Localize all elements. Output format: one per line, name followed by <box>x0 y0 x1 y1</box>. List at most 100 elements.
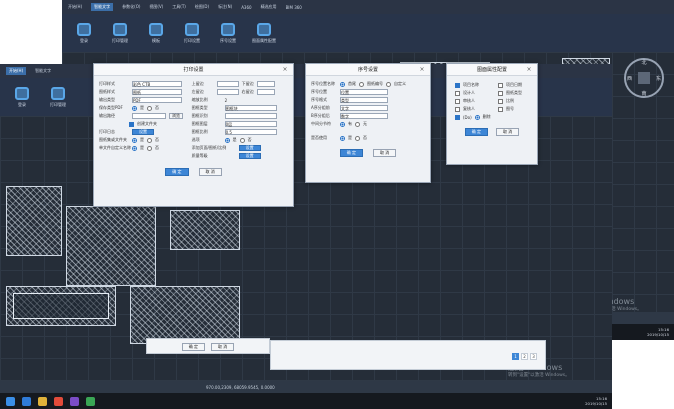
margin-right-field[interactable] <box>256 89 275 95</box>
attr-check[interactable] <box>498 98 503 104</box>
folder-no-radio[interactable] <box>147 137 152 143</box>
close-icon[interactable]: × <box>525 66 533 74</box>
view-cube-face <box>638 72 650 84</box>
print-right-col: 上留边 下留边 左留边 右留边 缩放比例 2 图框类型 图框块 图框识别 图框图层 0层 … <box>192 80 288 160</box>
login-button[interactable]: 登录 <box>6 78 38 116</box>
create-folder-check[interactable] <box>129 121 134 127</box>
cancel-button[interactable]: 取 消 <box>373 149 397 157</box>
view-cube[interactable]: 北 南 西 东 <box>624 58 664 98</box>
attr-config-dialog: 图面属性配置 × 项目名称 项目日期 设计人 图纸类型 审核人 比例 复核人 图号 (D… <box>446 63 538 165</box>
separator-yes-radio[interactable] <box>340 121 345 127</box>
login-icon <box>77 22 91 36</box>
page-button[interactable]: 2 <box>521 353 528 360</box>
save-no-radio[interactable] <box>147 105 152 111</box>
paper-style-select[interactable]: 图纸 <box>132 89 182 95</box>
attr-check[interactable] <box>498 82 503 88</box>
seq-position-select[interactable]: 位置 <box>340 89 388 95</box>
login-button[interactable]: 登录 <box>68 14 100 52</box>
dialog-titlebar: 序号设置 × <box>306 64 430 76</box>
menu-item[interactable]: 工具(T) <box>172 4 186 10</box>
menu-item[interactable]: BIM 360 <box>286 5 302 10</box>
frame-detect-field[interactable] <box>224 113 277 119</box>
template-icon <box>149 22 163 36</box>
log-settings-button[interactable]: 设置 <box>132 129 154 135</box>
attr-check[interactable] <box>455 114 460 120</box>
menu-item[interactable]: 智能文字 <box>35 68 51 74</box>
close-icon[interactable]: × <box>281 66 289 74</box>
attr-check[interactable] <box>455 82 460 88</box>
menu-item[interactable]: 精选应用 <box>261 4 277 10</box>
seq-name-radio-3[interactable] <box>386 81 391 87</box>
frame-layer-select[interactable]: 0层 <box>224 121 277 127</box>
list-panel-fragment: 1 2 3 <box>270 340 546 370</box>
save-yes-radio[interactable] <box>132 105 137 111</box>
print-icon <box>51 86 65 100</box>
option-yes-radio[interactable] <box>224 137 230 143</box>
margin-bottom-field[interactable] <box>256 81 275 87</box>
frame-type-select[interactable]: 图框块 <box>224 105 277 111</box>
ribbon: 登录 打印管理 模板 打印设置 序号设置 图面属性配置 <box>62 14 674 52</box>
margin-left-field[interactable] <box>216 89 239 95</box>
cancel-button[interactable]: 取 消 <box>211 343 235 351</box>
seq-format-select[interactable]: 类型 <box>340 97 388 103</box>
attr-check[interactable] <box>498 90 503 96</box>
page-button[interactable]: 1 <box>512 353 519 360</box>
frame-scale-field[interactable]: 0.5 <box>224 129 277 135</box>
cancel-button[interactable]: 取 消 <box>496 128 520 136</box>
page-settings-button[interactable]: 设置 <box>238 145 261 151</box>
pager: 1 2 3 <box>512 353 537 360</box>
edge-icon[interactable] <box>22 396 31 406</box>
menu-item[interactable]: 开始(H) <box>6 67 27 75</box>
output-type-select[interactable]: PDF <box>132 97 182 103</box>
template-button[interactable]: 模板 <box>140 14 172 52</box>
quality-settings-button[interactable]: 设置 <box>238 153 261 159</box>
tag-icon <box>257 22 271 36</box>
ok-button[interactable]: 确 定 <box>464 128 488 136</box>
chrome-icon[interactable] <box>86 396 95 406</box>
cancel-button[interactable]: 取 消 <box>198 168 222 176</box>
option-no-radio[interactable] <box>239 137 245 143</box>
attr-check[interactable] <box>455 106 460 112</box>
seq-name-radio-2[interactable] <box>359 81 364 87</box>
output-path-field[interactable] <box>132 113 166 119</box>
print-style-select[interactable]: 彩色 CTB <box>132 81 182 87</box>
attr-check[interactable] <box>498 106 503 112</box>
folder-yes-radio[interactable] <box>132 137 137 143</box>
name-no-radio[interactable] <box>147 145 152 151</box>
folder-icon[interactable] <box>38 396 47 406</box>
use-no-radio[interactable] <box>355 135 360 141</box>
ok-button[interactable]: 确 定 <box>339 149 363 157</box>
attr-config-button[interactable]: 图面属性配置 <box>248 14 280 52</box>
vs-icon[interactable] <box>70 396 79 406</box>
cad-app-icon[interactable] <box>54 396 63 406</box>
seq-settings-button[interactable]: 序号设置 <box>212 14 244 52</box>
menu-item[interactable]: 绘图(D) <box>195 4 209 10</box>
menu-item[interactable]: 智能文字 <box>91 3 114 11</box>
menu-item[interactable]: 参数化(O) <box>122 4 140 10</box>
menu-item[interactable]: 标注(N) <box>218 4 232 10</box>
ok-button[interactable]: 确 定 <box>165 168 189 176</box>
separator-no-radio[interactable] <box>355 121 360 127</box>
menu-item[interactable]: 开始(H) <box>68 4 82 10</box>
page-button[interactable]: 3 <box>530 353 537 360</box>
margin-top-field[interactable] <box>216 81 239 87</box>
menu-item[interactable]: 视图(V) <box>149 4 163 10</box>
group-a-select[interactable]: 文字 <box>340 105 388 111</box>
settings-icon <box>185 22 199 36</box>
print-manage-button[interactable]: 打印管理 <box>104 14 136 52</box>
print-manage-button[interactable]: 打印管理 <box>42 78 74 116</box>
delete-radio[interactable] <box>474 114 480 120</box>
use-yes-radio[interactable] <box>340 135 345 141</box>
seq-name-radio-1[interactable] <box>340 81 345 87</box>
menu-item[interactable]: A360 <box>241 5 251 10</box>
group-b-select[interactable]: 数字 <box>340 113 388 119</box>
close-icon[interactable]: × <box>418 66 426 74</box>
start-icon[interactable] <box>6 396 15 406</box>
dialog-titlebar: 打印设置 × <box>94 64 293 76</box>
attr-check[interactable] <box>455 90 460 96</box>
browse-button[interactable]: 浏览 <box>169 113 183 119</box>
attr-check[interactable] <box>455 98 460 104</box>
name-yes-radio[interactable] <box>132 145 137 151</box>
ok-button[interactable]: 确 定 <box>181 343 205 351</box>
print-settings-button[interactable]: 打印设置 <box>176 14 208 52</box>
